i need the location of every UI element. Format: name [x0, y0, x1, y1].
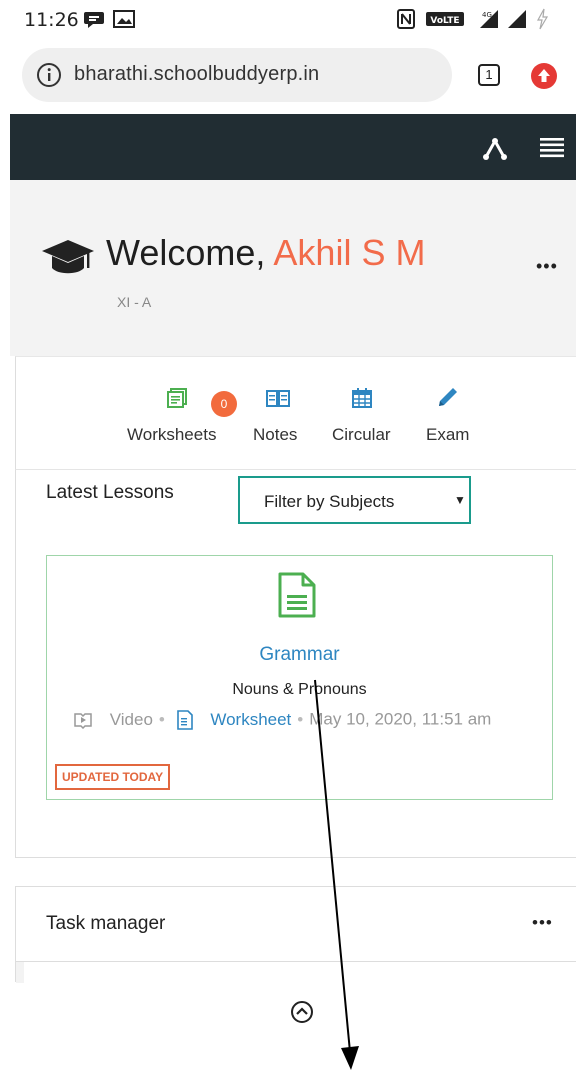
lesson-card[interactable]: Grammar Nouns & Pronouns Video • Workshee… — [46, 555, 553, 800]
document-icon — [278, 572, 316, 618]
task-manager-edge — [16, 962, 24, 983]
worksheet-link[interactable]: Worksheet — [210, 710, 291, 729]
lesson-topic: Nouns & Pronouns — [232, 681, 367, 698]
lesson-subject-link[interactable]: Grammar — [47, 644, 552, 666]
welcome-panel: Welcome, Akhil S M XI - A ••• — [10, 180, 576, 356]
gallery-icon — [113, 10, 135, 28]
calendar-icon[interactable] — [351, 387, 373, 409]
subject-filter-value: Filter by Subjects — [264, 492, 395, 511]
latest-lessons-panel: Latest Lessons Filter by Subjects ▼ Gram… — [15, 470, 576, 858]
latest-lessons-title: Latest Lessons — [46, 482, 174, 503]
signal-icon — [508, 10, 526, 28]
quick-links-bar: 0 Worksheets Notes Circular Exam — [15, 356, 576, 470]
video-label[interactable]: Video — [110, 710, 153, 729]
task-manager-title: Task manager — [46, 913, 166, 934]
subject-filter-select[interactable]: Filter by Subjects ▼ — [238, 476, 471, 524]
signal-4g-icon: 4G — [480, 10, 498, 28]
student-name: Akhil S M — [273, 232, 426, 273]
video-icon — [74, 712, 92, 729]
task-manager-panel: Task manager ••• — [15, 886, 576, 983]
task-manager-more-button[interactable]: ••• — [532, 913, 553, 933]
circular-link[interactable]: Circular — [332, 425, 391, 445]
student-class: XI - A — [117, 294, 152, 310]
tabs-count: 1 — [485, 67, 493, 82]
dropdown-caret-icon: ▼ — [454, 493, 466, 507]
url-bar[interactable]: bharathi.schoolbuddyerp.in — [22, 48, 452, 102]
notes-link[interactable]: Notes — [253, 425, 297, 445]
url-text[interactable]: bharathi.schoolbuddyerp.in — [74, 63, 319, 86]
worksheets-link[interactable]: Worksheets — [127, 425, 216, 445]
updated-today-badge: UPDATED TODAY — [55, 764, 171, 790]
svg-text:4G: 4G — [482, 11, 492, 19]
tabs-button[interactable]: 1 — [478, 64, 500, 86]
status-bar: 11:26 VoLTE 4G — [0, 0, 576, 40]
nfc-icon — [397, 9, 415, 29]
hamburger-menu-icon[interactable] — [540, 136, 564, 158]
battery-icon — [536, 8, 549, 30]
more-options-button[interactable]: ••• — [536, 256, 558, 277]
update-icon[interactable] — [530, 62, 558, 90]
status-time: 11:26 — [24, 9, 79, 31]
separator-dot: • — [158, 709, 165, 729]
scroll-up-icon[interactable] — [290, 1000, 314, 1024]
lesson-meta: Video • Worksheet • May 10, 2020, 11:51 am — [73, 709, 491, 730]
chat-icon — [84, 12, 104, 28]
sitemap-icon[interactable] — [482, 136, 508, 160]
info-icon[interactable] — [36, 62, 62, 88]
lesson-timestamp: May 10, 2020, 11:51 am — [309, 709, 492, 729]
top-navbar — [10, 114, 576, 180]
worksheet-file-icon — [176, 709, 193, 730]
separator-dot: • — [297, 709, 304, 729]
book-icon[interactable] — [265, 388, 291, 408]
volte-icon: VoLTE — [426, 12, 464, 26]
svg-text:VoLTE: VoLTE — [430, 16, 459, 26]
worksheets-count-badge: 0 — [211, 391, 237, 417]
divider — [16, 961, 576, 962]
graduation-cap-icon — [42, 240, 94, 274]
exam-link[interactable]: Exam — [426, 425, 469, 445]
welcome-greeting: Welcome, — [106, 232, 274, 273]
pencil-icon[interactable] — [436, 385, 460, 409]
worksheets-icon[interactable] — [166, 387, 188, 409]
welcome-heading: Welcome, Akhil S M — [106, 232, 425, 274]
